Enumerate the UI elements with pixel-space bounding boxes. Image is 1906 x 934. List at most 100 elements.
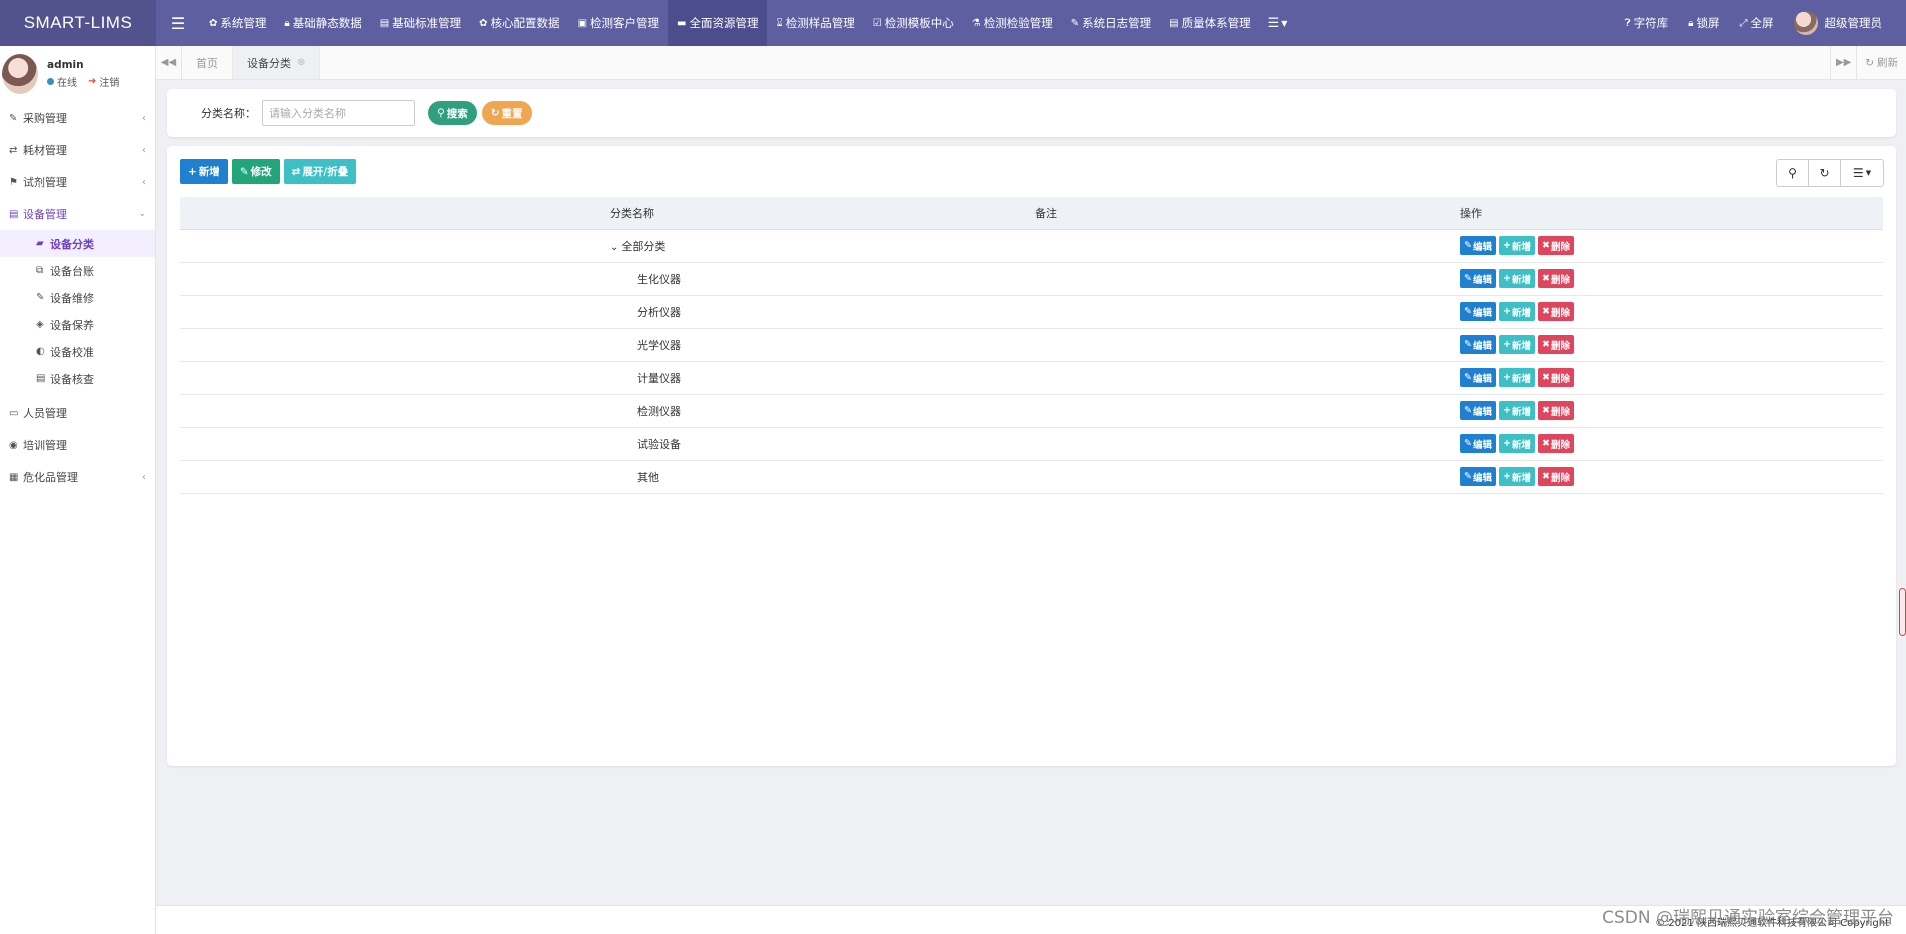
table-row[interactable]: 检测仪器 ✎ 编辑 + 新增 ✖ 删除 <box>180 394 1883 428</box>
brand-logo[interactable]: SMART-LIMS <box>0 0 156 46</box>
row-add-label: 新增 <box>1511 472 1531 484</box>
sidebar-item-purchase[interactable]: ✎ 采购管理 ‹ <box>0 102 155 134</box>
sidebar-item-reagents[interactable]: ⚑ 试剂管理 ‹ <box>0 166 155 198</box>
tab-scroll-right-button[interactable]: ▶▶ <box>1830 46 1856 79</box>
sidebar-subitem-1[interactable]: ⧉ 设备台账 <box>0 257 155 284</box>
row-add-button[interactable]: + 新增 <box>1498 269 1535 288</box>
lock-icon: 🔒︎ <box>1688 17 1694 29</box>
column-header-name[interactable]: 分类名称 <box>180 197 1035 230</box>
row-add-button[interactable]: + 新增 <box>1498 302 1535 321</box>
topnav-item-4[interactable]: ▣ 检测客户管理 <box>569 0 668 46</box>
row-edit-button[interactable]: ✎ 编辑 <box>1460 368 1496 387</box>
sidebar-subitem-4[interactable]: ◐ 设备校准 <box>0 338 155 365</box>
expand-collapse-button[interactable]: ⇄ 展开/折叠 <box>283 159 357 184</box>
submenu-label: 设备台账 <box>50 264 94 278</box>
row-add-button[interactable]: + 新增 <box>1498 236 1535 255</box>
topnav-item-3[interactable]: ✿ 核心配置数据 <box>470 0 568 46</box>
row-edit-button[interactable]: ✎ 编辑 <box>1460 467 1496 486</box>
sidebar-toggle-button[interactable]: ☰ <box>156 0 200 46</box>
chevron-down-icon[interactable]: ⌄ <box>610 242 618 253</box>
columns-toggle-button[interactable]: ☰ ▼ <box>1840 159 1884 187</box>
row-add-button[interactable]: + 新增 <box>1498 368 1535 387</box>
lock-screen-label: 锁屏 <box>1696 16 1720 30</box>
row-add-button[interactable]: + 新增 <box>1498 434 1535 453</box>
topnav-item-6[interactable]: ⌛︎ 检测样品管理 <box>767 0 863 46</box>
search-icon: ⚲ <box>437 107 445 119</box>
topnav-item-5[interactable]: ▬ 全面资源管理 <box>668 0 768 46</box>
edit-button[interactable]: ✎ 修改 <box>231 159 280 184</box>
refresh-tab-button[interactable]: ↻ 刷新 <box>1856 46 1906 79</box>
add-button[interactable]: + 新增 <box>180 159 228 184</box>
plus-icon: + <box>1502 372 1511 383</box>
row-del-button[interactable]: ✖ 删除 <box>1537 335 1574 354</box>
row-edit-button[interactable]: ✎ 编辑 <box>1460 335 1496 354</box>
sidebar-subitem-5[interactable]: ▤ 设备核查 <box>0 365 155 392</box>
refresh-table-button[interactable]: ↻ <box>1808 159 1841 187</box>
edit-icon: ✎ <box>1464 372 1472 383</box>
sidebar-item-consumables[interactable]: ⇄ 耗材管理 ‹ <box>0 134 155 166</box>
more-menu-button[interactable]: ☰ ▼ <box>1260 0 1296 46</box>
sidebar-subitem-2[interactable]: ✎ 设备维修 <box>0 284 155 311</box>
row-add-button[interactable]: + 新增 <box>1498 335 1535 354</box>
close-icon[interactable]: ⊗ <box>297 57 305 68</box>
category-name-input[interactable] <box>262 100 415 126</box>
scrollbar-handle[interactable] <box>1899 588 1906 636</box>
sidebar-item-label: 采购管理 <box>23 112 67 125</box>
remove-icon: ✖ <box>1541 405 1550 416</box>
row-del-button[interactable]: ✖ 删除 <box>1537 368 1574 387</box>
row-edit-button[interactable]: ✎ 编辑 <box>1460 269 1496 288</box>
table-row[interactable]: 试验设备 ✎ 编辑 + 新增 ✖ 删除 <box>180 427 1883 461</box>
search-button[interactable]: ⚲ 搜索 <box>428 101 477 125</box>
sidebar-subitem-0[interactable]: ▰ 设备分类 <box>0 230 155 257</box>
topnav-icon: 🔒︎ <box>284 17 290 29</box>
user-menu[interactable]: 超级管理员 <box>1784 11 1893 35</box>
table-row[interactable]: 计量仪器 ✎ 编辑 + 新增 ✖ 删除 <box>180 361 1883 395</box>
row-del-button[interactable]: ✖ 删除 <box>1537 467 1574 486</box>
topnav-label: 检测模板中心 <box>884 16 954 30</box>
sidebar-item-equipment[interactable]: ▤ 设备管理 ⌄ <box>0 198 155 230</box>
submenu-icon: ◐ <box>36 346 45 357</box>
table-row[interactable]: 分析仪器 ✎ 编辑 + 新增 ✖ 删除 <box>180 295 1883 329</box>
submenu-label: 设备校准 <box>50 345 94 359</box>
row-edit-button[interactable]: ✎ 编辑 <box>1460 434 1496 453</box>
reset-button[interactable]: ↻ 重置 <box>481 101 532 125</box>
topnav-item-1[interactable]: 🔒︎ 基础静态数据 <box>275 0 370 46</box>
row-edit-button[interactable]: ✎ 编辑 <box>1460 401 1496 420</box>
row-del-button[interactable]: ✖ 删除 <box>1537 434 1574 453</box>
table-row[interactable]: 光学仪器 ✎ 编辑 + 新增 ✖ 删除 <box>180 328 1883 362</box>
row-del-button[interactable]: ✖ 删除 <box>1537 269 1574 288</box>
remove-icon: ✖ <box>1541 339 1550 350</box>
tab-equipment-category[interactable]: 设备分类 ⊗ <box>233 46 321 79</box>
fullscreen-button[interactable]: ⤢ 全屏 <box>1730 15 1784 31</box>
tab-label: 首页 <box>196 56 218 70</box>
toggle-search-button[interactable]: ⚲ <box>1776 159 1809 187</box>
user-info: admin 在线 ➜ 注销 <box>47 59 119 89</box>
sidebar-item-training[interactable]: ◉ 培训管理 <box>0 429 155 461</box>
sidebar-subitem-3[interactable]: ◈ 设备保养 <box>0 311 155 338</box>
topnav-item-8[interactable]: ⚗︎ 检测检验管理 <box>963 0 1062 46</box>
table-row[interactable]: 生化仪器 ✎ 编辑 + 新增 ✖ 删除 <box>180 262 1883 296</box>
logout-link[interactable]: 注销 <box>99 74 119 89</box>
dictionary-button[interactable]: ❓︎ 字符库 <box>1615 15 1679 31</box>
topnav-item-10[interactable]: ▤ 质量体系管理 <box>1160 0 1259 46</box>
sidebar-item-hazmat[interactable]: ▦ 危化品管理 ‹ <box>0 461 155 493</box>
row-add-button[interactable]: + 新增 <box>1498 401 1535 420</box>
sidebar-item-personnel[interactable]: ▭ 人员管理 <box>0 397 155 429</box>
row-del-button[interactable]: ✖ 删除 <box>1537 236 1574 255</box>
topnav-item-2[interactable]: ▤ 基础标准管理 <box>371 0 470 46</box>
lock-screen-button[interactable]: 🔒︎ 锁屏 <box>1678 15 1729 31</box>
row-del-button[interactable]: ✖ 删除 <box>1537 401 1574 420</box>
topnav-item-7[interactable]: ☑ 检测模板中心 <box>864 0 963 46</box>
topnav-item-9[interactable]: ✎ 系统日志管理 <box>1062 0 1160 46</box>
row-add-button[interactable]: + 新增 <box>1498 467 1535 486</box>
table-row[interactable]: ⌄ 全部分类 ✎ 编辑 + 新增 ✖ 删除 <box>180 229 1883 263</box>
column-header-note[interactable]: 备注 <box>1035 197 1460 230</box>
topnav-item-0[interactable]: ✿ 系统管理 <box>200 0 275 46</box>
tab-scroll-left-button[interactable]: ◀◀ <box>156 46 182 79</box>
row-edit-button[interactable]: ✎ 编辑 <box>1460 236 1496 255</box>
row-edit-button[interactable]: ✎ 编辑 <box>1460 302 1496 321</box>
tab-home[interactable]: 首页 <box>182 46 233 79</box>
refresh-icon: ↻ <box>1819 166 1830 180</box>
row-del-button[interactable]: ✖ 删除 <box>1537 302 1574 321</box>
table-row[interactable]: 其他 ✎ 编辑 + 新增 ✖ 删除 <box>180 460 1883 494</box>
